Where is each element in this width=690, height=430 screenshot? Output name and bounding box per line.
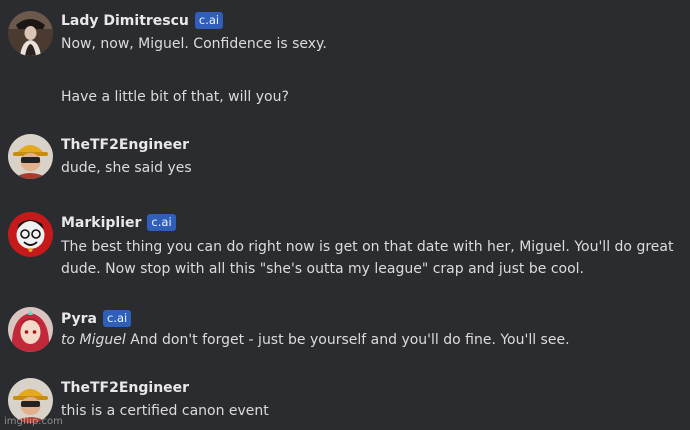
cai-badge: c.ai	[147, 214, 176, 231]
chat-message: TheTF2Engineer this is a certified canon…	[0, 370, 690, 430]
tf2-engineer-avatar[interactable]	[8, 134, 53, 179]
action-text: to Miguel	[61, 332, 126, 348]
chat-message: Lady Dimitrescu c.ai Now, now, Miguel. C…	[0, 0, 690, 120]
author-name[interactable]: TheTF2Engineer	[61, 137, 189, 153]
watermark: imgflip.com	[4, 416, 63, 427]
message-body: And don't forget - just be yourself and …	[130, 332, 570, 348]
author-name-row: Lady Dimitrescu c.ai	[61, 12, 224, 29]
author-name[interactable]: Pyra	[61, 311, 97, 327]
author-name[interactable]: Lady Dimitrescu	[61, 13, 189, 29]
author-name-row: TheTF2Engineer	[61, 137, 189, 153]
message-text: Now, now, Miguel. Confidence is sexy.	[61, 36, 327, 52]
author-name[interactable]: TheTF2Engineer	[61, 380, 189, 396]
message-text: dude. Now stop with all this "she's outt…	[61, 261, 584, 277]
author-name[interactable]: Markiplier	[61, 215, 141, 231]
message-text: The best thing you can do right now is g…	[61, 239, 674, 255]
pyra-avatar[interactable]	[8, 307, 53, 352]
author-name-row: Markiplier c.ai	[61, 214, 176, 231]
chat-message: TheTF2Engineer dude, she said yes	[0, 120, 690, 200]
message-text: Have a little bit of that, will you?	[61, 89, 289, 105]
author-name-row: TheTF2Engineer	[61, 380, 189, 396]
lady-dimitrescu-avatar[interactable]	[8, 11, 53, 56]
chat-message: Pyra c.ai to Miguel And don't forget - j…	[0, 300, 690, 370]
cai-badge: c.ai	[194, 12, 224, 29]
message-text: to Miguel And don't forget - just be you…	[61, 330, 679, 351]
chat-message: Markiplier c.ai The best thing you can d…	[0, 200, 690, 300]
author-name-row: Pyra c.ai	[61, 310, 132, 327]
message-text: dude, she said yes	[61, 160, 192, 176]
cai-badge: c.ai	[103, 310, 132, 327]
message-text: this is a certified canon event	[61, 403, 269, 419]
markiplier-avatar[interactable]	[8, 212, 53, 257]
